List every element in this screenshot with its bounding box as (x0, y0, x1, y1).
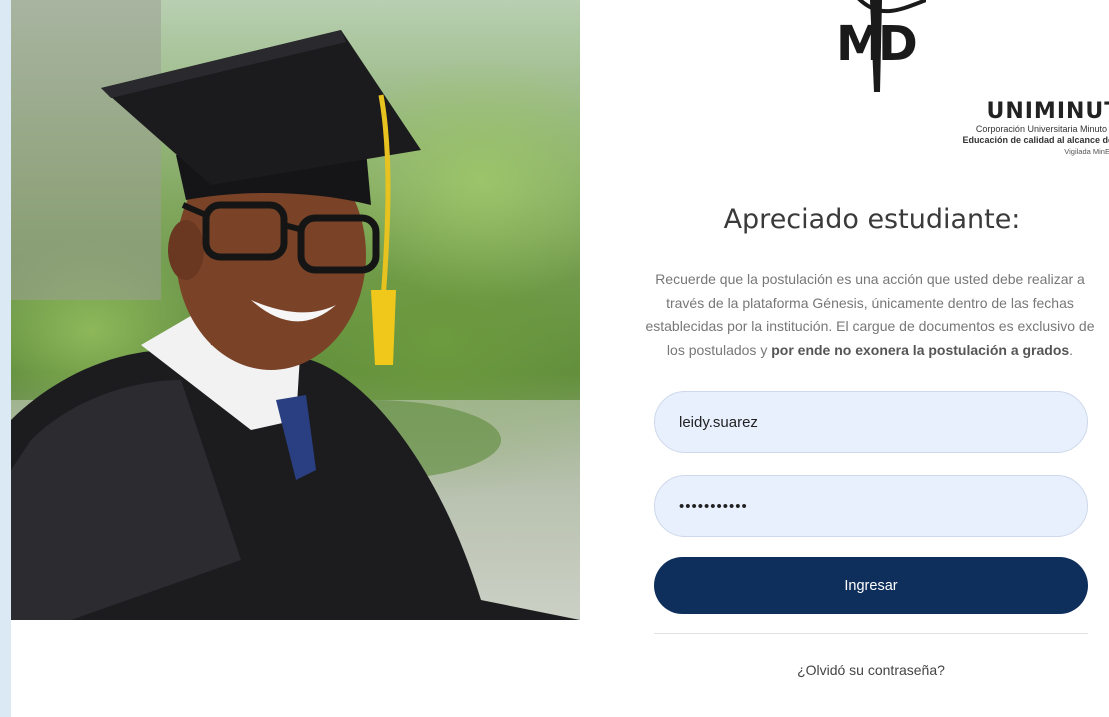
left-accent-strip (0, 0, 11, 717)
logo-subtitle: Corporación Universitaria Minuto de Dios (975, 124, 1109, 134)
svg-text:D: D (878, 16, 918, 72)
md-cross-icon: M D (836, 0, 926, 92)
notice-emphasis: por ende no exonera la postulación a gra… (771, 341, 1070, 358)
graduate-photo (11, 0, 580, 620)
logo-wordmark: UNIMINUTO (986, 99, 1109, 124)
forgot-password-link[interactable]: ¿Olvidó su contraseña? (654, 662, 1088, 678)
postulation-notice: Recuerde que la postulación es una acció… (640, 268, 1100, 362)
page-heading: Apreciado estudiante: (723, 204, 1021, 236)
logo-oversight: Vigilada MinEducación (1064, 147, 1109, 156)
username-input[interactable] (654, 391, 1088, 453)
divider (654, 633, 1088, 634)
logo-tagline: Educación de calidad al alcance de todos (962, 135, 1109, 145)
svg-text:M: M (836, 16, 884, 72)
notice-end: . (1069, 341, 1074, 358)
login-button[interactable]: Ingresar (654, 557, 1088, 614)
login-panel: M D UNIMINUTO Corporación Universitaria … (600, 0, 1109, 717)
uniminuto-logo: M D UNIMINUTO Corporación Universitaria … (760, 0, 1109, 165)
password-input[interactable] (654, 475, 1088, 537)
graduate-illustration (11, 0, 580, 620)
